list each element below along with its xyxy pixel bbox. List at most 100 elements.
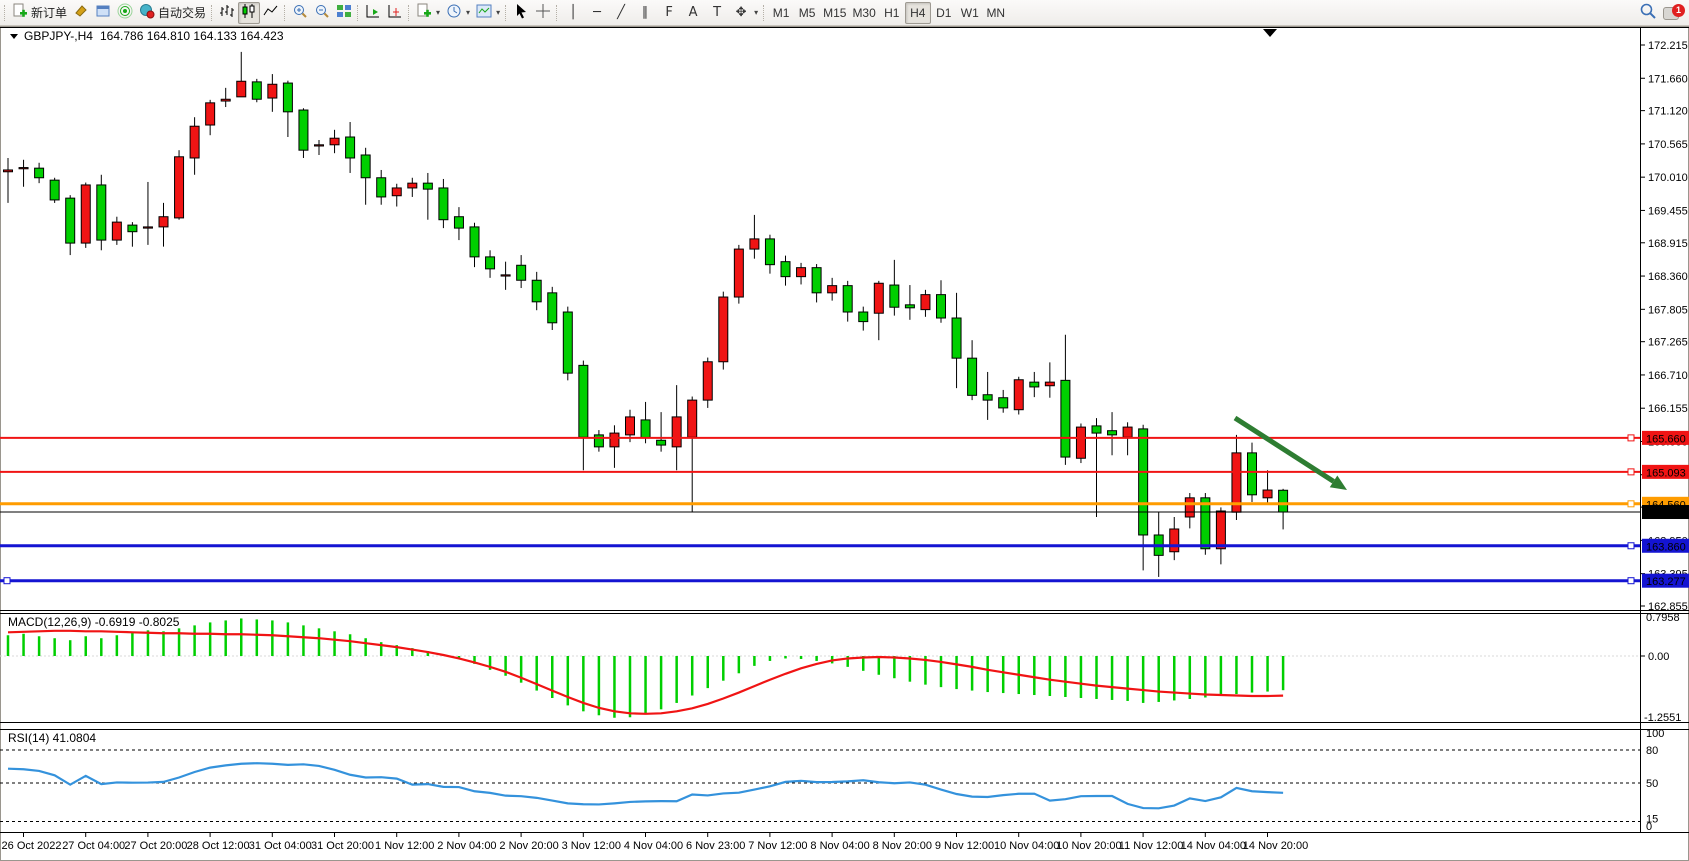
macd-scale-max: 0.7958: [1646, 612, 1680, 624]
equidistant-channel-tool[interactable]: ∥: [633, 2, 657, 24]
candle-body-up: [19, 168, 28, 169]
candle-body-up: [81, 185, 90, 243]
fibonacci-tool[interactable]: F: [657, 2, 681, 24]
crosshair-icon: [535, 3, 551, 22]
candle-body-up: [921, 295, 930, 310]
text-label-tool[interactable]: T: [705, 2, 729, 24]
signals-button[interactable]: [114, 2, 136, 24]
auto-scroll-button[interactable]: [362, 2, 384, 24]
candle-body-up: [1123, 427, 1132, 437]
bar-chart-button[interactable]: [216, 2, 238, 24]
periods-button[interactable]: ▾: [443, 2, 473, 24]
candle-body-down: [563, 312, 572, 373]
arrows-tool[interactable]: ✥▾: [729, 2, 761, 24]
candle-body-up: [703, 362, 712, 400]
timeframe-m5-button[interactable]: M5: [794, 2, 820, 24]
time-tick-label: 10 Nov 04:00: [994, 840, 1059, 852]
vertical-line-tool[interactable]: │: [561, 2, 585, 24]
search-icon[interactable]: [1639, 2, 1657, 25]
timeframe-d1-button[interactable]: D1: [931, 2, 957, 24]
zoom-group: [282, 0, 355, 25]
hline-price-label: 163.860: [1646, 541, 1686, 553]
zoom-in-icon: [292, 3, 308, 22]
zoom-in-button[interactable]: [289, 2, 311, 24]
price-tick-label: 167.265: [1648, 337, 1688, 349]
candle-body-up: [206, 103, 215, 125]
macd-label: MACD(12,26,9) -0.6919 -0.8025: [8, 615, 180, 629]
price-tick-label: 168.915: [1648, 238, 1688, 250]
cursor-button[interactable]: [510, 2, 532, 24]
candle-body-down: [641, 420, 650, 438]
candle-body-up: [610, 433, 619, 447]
autotrade-icon: [139, 3, 155, 22]
equidistant-channel-tool-icon: ∥: [636, 5, 654, 20]
text-tool[interactable]: A: [681, 2, 705, 24]
candle-body-down: [377, 178, 386, 197]
autotrade-button[interactable]: 自动交易: [136, 2, 209, 24]
hline-handle[interactable]: [1628, 435, 1634, 441]
candle-body-up: [112, 222, 121, 240]
candle-body-down: [579, 365, 588, 437]
timeframe-h1-button[interactable]: H1: [879, 2, 905, 24]
time-tick-label: 14 Nov 04:00: [1181, 840, 1246, 852]
macd-scale-zero: 0.00: [1648, 651, 1669, 663]
candle-body-down: [890, 285, 899, 307]
styler-button[interactable]: [70, 2, 92, 24]
zoom-out-button[interactable]: [311, 2, 333, 24]
time-tick-label: 31 Oct 04:00: [249, 840, 312, 852]
metatrader-window: 新订单 自动交易: [0, 0, 1689, 861]
timeframe-w1-button[interactable]: W1: [957, 2, 983, 24]
hline-handle[interactable]: [1628, 543, 1634, 549]
horizontal-line-tool[interactable]: ─: [585, 2, 609, 24]
hline-price-label: 165.093: [1646, 467, 1686, 479]
candle-body-up: [1045, 382, 1054, 386]
candle-body-down: [128, 225, 137, 232]
candle-body-down: [937, 295, 946, 318]
time-tick-label: 27 Oct 04:00: [62, 840, 125, 852]
time-tick-label: 1 Nov 12:00: [375, 840, 434, 852]
hline-handle[interactable]: [1628, 469, 1634, 475]
chart-type-group: [209, 0, 282, 25]
trade-group: 新订单 自动交易: [2, 0, 209, 25]
time-tick-label: 28 Oct 12:00: [187, 840, 250, 852]
price-tick-label: 171.120: [1648, 106, 1688, 118]
candle-body-down: [983, 395, 992, 400]
hline-handle[interactable]: [4, 578, 10, 584]
timeframe-mn-button[interactable]: MN: [983, 2, 1009, 24]
timeframe-m1-button[interactable]: M1: [768, 2, 794, 24]
horizontal-line-tool-icon: ─: [588, 5, 606, 20]
indicators-button[interactable]: ▾: [413, 2, 443, 24]
line-chart-button[interactable]: [260, 2, 282, 24]
text-label-tool-icon: T: [708, 5, 726, 20]
templates-button[interactable]: ▾: [473, 2, 503, 24]
candlestick-chart-button[interactable]: [238, 2, 260, 24]
tile-windows-button[interactable]: [333, 2, 355, 24]
candle-body-up: [750, 239, 759, 249]
hline-price-label: 164.423: [1646, 508, 1686, 520]
hline-handle[interactable]: [1628, 578, 1634, 584]
line-chart-icon: [263, 3, 279, 22]
price-tick-label: 166.155: [1648, 403, 1688, 415]
candle-body-up: [175, 157, 184, 218]
notification-badge: 1: [1672, 4, 1685, 17]
time-tick-label: 10 Nov 20:00: [1056, 840, 1121, 852]
timeframe-m30-button[interactable]: M30: [849, 2, 878, 24]
chart-canvas[interactable]: 172.215171.660171.120170.565170.010169.4…: [0, 26, 1689, 861]
hline-handle[interactable]: [1628, 501, 1634, 507]
candle-body-up: [392, 188, 401, 196]
timeframe-m15-button[interactable]: M15: [820, 2, 849, 24]
price-tick-label: 167.805: [1648, 304, 1688, 316]
crosshair-button[interactable]: [532, 2, 554, 24]
candle-body-down: [765, 239, 774, 265]
text-tool-icon: A: [684, 5, 702, 20]
tile-windows-icon: [336, 3, 352, 22]
chart-shift-button[interactable]: [384, 2, 406, 24]
timeframe-h4-button[interactable]: H4: [905, 2, 931, 24]
candle-body-up: [159, 217, 168, 227]
trendline-tool[interactable]: ╱: [609, 2, 633, 24]
notifications-button[interactable]: 1: [1663, 4, 1683, 22]
charts-window-button[interactable]: [92, 2, 114, 24]
new-order-button[interactable]: 新订单: [9, 2, 70, 24]
chart-background: [0, 26, 1689, 861]
rsi-scale-label: 80: [1646, 745, 1658, 757]
